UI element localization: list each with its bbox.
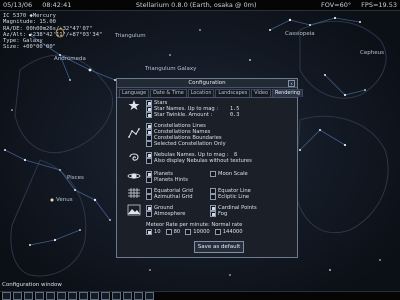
fov-readout: FOV=60° [321,1,352,9]
equatorial-grid-toolbar-icon[interactable] [46,292,55,300]
equatorial-mount-toolbar-icon[interactable] [112,292,121,300]
constellation-lines-toolbar-icon[interactable] [2,292,11,300]
azimuthal-grid-checkbox[interactable] [146,194,152,200]
moon-scale-option[interactable]: Moon Scale [210,171,248,177]
tab-date-time[interactable]: Date & Time [150,89,187,97]
fps-readout: FPS=19.53 [361,1,397,9]
tab-location[interactable]: Location [187,89,215,97]
save-as-default-button[interactable]: Save as default [194,241,244,253]
atmosphere-checkbox[interactable] [146,211,152,217]
dialog-title: Configuration [188,80,226,86]
selected-constellation-option[interactable]: Selected Constellation Only [146,141,226,147]
label-triangulum: Triangulum [115,33,146,39]
star-twinkle-amount-input[interactable]: 0.3 [230,112,239,118]
label-cepheus: Cepheus [360,50,384,56]
meteor-rate-10-radio[interactable] [146,229,152,235]
star-icon [128,100,140,110]
moon-scale-checkbox[interactable] [210,171,216,177]
meteor-rate-options: 10 80 10000 144000 [146,229,243,235]
atmosphere-toolbar-icon[interactable] [79,292,88,300]
bottom-toolbar [0,291,400,300]
grid-icon [128,188,140,198]
configuration-dialog: Configuration x Language Date & Time Loc… [116,78,303,258]
selected-constellation-checkbox[interactable] [146,141,152,147]
landscape-icon [127,204,141,216]
ground-toolbar-icon[interactable] [57,292,66,300]
close-icon[interactable]: x [288,80,295,87]
star-twinkle-option[interactable]: Star Twinkle. Amount : [146,112,212,118]
dialog-tabs: Language Date & Time Location Landscapes… [117,88,303,98]
azimuthal-grid-toolbar-icon[interactable] [35,292,44,300]
label-galaxy: Triangulum Galaxy [145,66,197,72]
meteor-rate-80-radio[interactable] [165,229,172,235]
search-toolbar-icon[interactable] [134,292,143,300]
nebula-icon [129,153,139,161]
nebulas-toolbar-icon[interactable] [90,292,99,300]
object-info-panel: IC 5370 ◆Mercury Magnitude: 15.00 RA/DE:… [3,13,102,51]
app-title: Stellarium 0.8.0 (Earth, osaka @ 0m) [135,1,257,9]
constellation-icon [128,128,140,138]
config-window-toolbar-icon[interactable] [123,292,132,300]
fog-checkbox[interactable] [210,211,216,217]
top-status-bar: 05/13/06 08:42:41 Stellarium 0.8.0 (Eart… [0,0,400,11]
tab-landscapes[interactable]: Landscapes [215,89,251,97]
cardinal-points-toolbar-icon[interactable] [68,292,77,300]
meteor-rate-144000-radio[interactable] [214,229,221,235]
atmosphere-option[interactable]: Atmosphere [146,211,185,217]
time-readout: 08:42:41 [42,1,72,9]
label-venus: Venus [56,197,73,203]
star-twinkle-checkbox[interactable] [146,112,152,118]
label-andromeda: Andromeda [54,56,86,62]
planet-icon [127,173,141,179]
nebula-textures-option[interactable]: Also display Nebulas without textures [146,158,252,164]
azimuthal-grid-option[interactable]: Azimuthal Grid [146,194,193,200]
tab-language[interactable]: Language [119,89,150,97]
fog-option[interactable]: Fog [210,211,227,217]
planets-hints-checkbox[interactable] [146,177,152,183]
object-size: Size: +00°00'00" [3,44,56,51]
constellation-art-toolbar-icon[interactable] [24,292,33,300]
tab-video[interactable]: Video [251,89,271,97]
constellation-names-toolbar-icon[interactable] [13,292,22,300]
object-radec: RA/DE: 00h00m26s/+32°47'07" [3,25,93,32]
ecliptic-line-option[interactable]: Ecliptic Line [210,194,249,200]
quit-toolbar-icon[interactable] [145,292,154,300]
tab-rendering[interactable]: Rendering [271,89,303,97]
ecliptic-line-checkbox[interactable] [210,194,216,200]
meteor-rate-label: Meteor Rate per minute: Normal rate [146,222,243,228]
meteor-rate-10000-radio[interactable] [185,229,192,235]
planets-hints-option[interactable]: Planets Hints [146,177,188,183]
dialog-title-bar[interactable]: Configuration x [117,79,297,88]
label-pisces: Pisces [67,175,84,181]
label-cassiopeia: Cassiopeia [285,31,315,37]
config-window-label: Configuration window [2,282,62,288]
date-readout: 05/13/06 [3,1,33,9]
nebula-textures-checkbox[interactable] [146,158,152,164]
help-toolbar-icon[interactable] [101,292,110,300]
